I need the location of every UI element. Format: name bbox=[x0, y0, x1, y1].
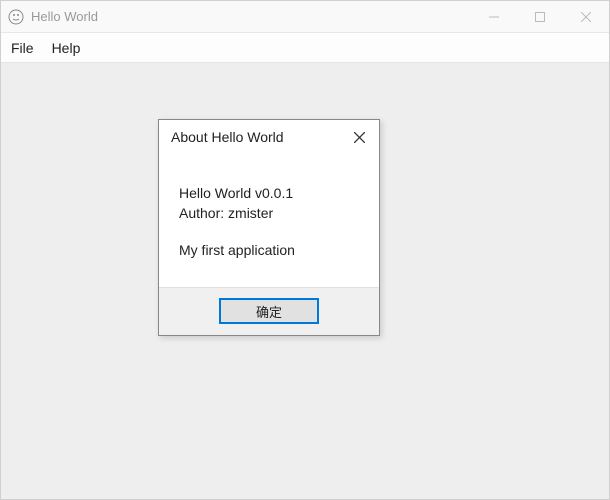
dialog-title: About Hello World bbox=[171, 129, 349, 145]
about-dialog: About Hello World Hello World v0.0.1 Aut… bbox=[158, 119, 380, 336]
minimize-button[interactable] bbox=[471, 1, 517, 32]
client-area: About Hello World Hello World v0.0.1 Aut… bbox=[1, 63, 609, 499]
window-controls bbox=[471, 1, 609, 32]
dialog-footer: 确定 bbox=[159, 287, 379, 335]
app-icon bbox=[7, 8, 25, 26]
window-title: Hello World bbox=[31, 9, 471, 24]
main-window: Hello World File Help About Hello World bbox=[0, 0, 610, 500]
menubar: File Help bbox=[1, 33, 609, 63]
about-author: Author: zmister bbox=[179, 204, 363, 224]
menu-help[interactable]: Help bbox=[52, 40, 81, 56]
about-version: Hello World v0.0.1 bbox=[179, 184, 363, 204]
about-description: My first application bbox=[179, 241, 363, 261]
dialog-titlebar: About Hello World bbox=[159, 120, 379, 154]
ok-button[interactable]: 确定 bbox=[219, 298, 319, 324]
dialog-close-button[interactable] bbox=[349, 127, 369, 147]
close-button[interactable] bbox=[563, 1, 609, 32]
dialog-body: Hello World v0.0.1 Author: zmister My fi… bbox=[159, 154, 379, 287]
maximize-button[interactable] bbox=[517, 1, 563, 32]
menu-file[interactable]: File bbox=[11, 40, 34, 56]
titlebar: Hello World bbox=[1, 1, 609, 33]
